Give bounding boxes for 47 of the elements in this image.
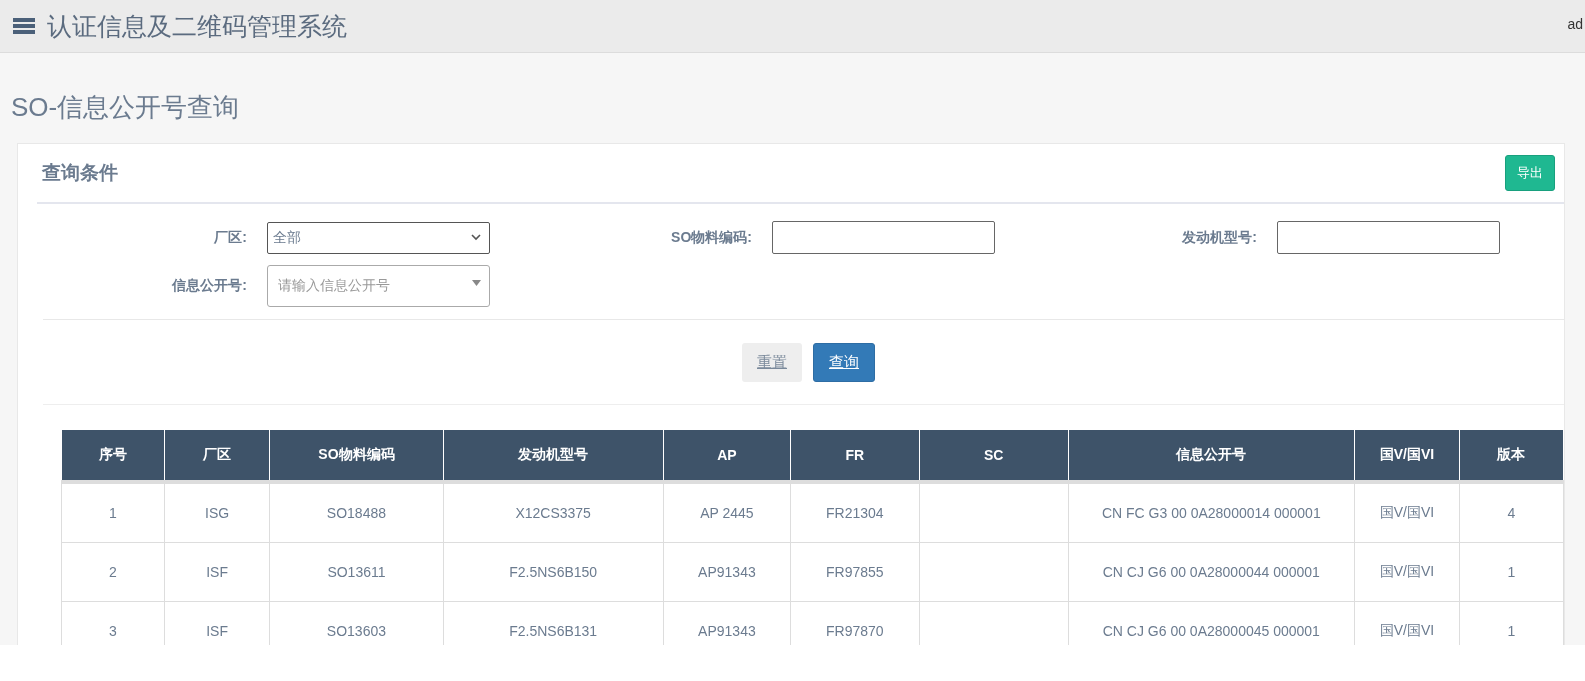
table-cell: X12CS3375 <box>443 482 664 543</box>
input-field[interactable] <box>772 221 995 254</box>
table-cell: SO13611 <box>269 542 444 602</box>
combo-field[interactable]: 请输入信息公开号 <box>267 265 490 307</box>
menu-icon[interactable] <box>13 17 35 35</box>
column-header: 发动机型号 <box>443 429 664 482</box>
table-cell: F2.5NS6B150 <box>443 542 664 602</box>
table-cell: CN FC G3 00 0A28000014 000001 <box>1068 482 1355 543</box>
export-button[interactable]: 导出 <box>1505 155 1555 191</box>
table-cell: 1 <box>61 482 165 543</box>
reset-button[interactable]: 重置 <box>742 343 802 382</box>
column-header: 厂区 <box>164 429 270 482</box>
dropdown[interactable]: 全部 <box>267 221 490 254</box>
search-button[interactable]: 查询 <box>813 343 875 382</box>
user-name[interactable]: ad <box>1567 16 1583 32</box>
table-cell: 4 <box>1459 482 1564 543</box>
table-cell: FR97855 <box>790 542 920 602</box>
app-title: 认证信息及二维码管理系统 <box>47 10 347 42</box>
field-label: 发动机型号: <box>1181 228 1258 247</box>
column-header: 序号 <box>61 429 165 482</box>
column-header: 信息公开号 <box>1068 429 1355 482</box>
caret-icon <box>472 280 481 286</box>
table-cell: AP 2445 <box>663 482 791 543</box>
table-cell: 2 <box>61 542 165 602</box>
panel-title: 查询条件 <box>42 161 118 185</box>
table-cell: ISG <box>164 482 270 543</box>
table-cell: ISF <box>164 542 270 602</box>
table-cell: FR21304 <box>790 482 920 543</box>
column-header: AP <box>663 429 791 482</box>
field-label: 厂区: <box>213 228 248 247</box>
column-header: 国V/国VI <box>1354 429 1460 482</box>
chevron-down-icon <box>471 234 481 241</box>
column-header: FR <box>790 429 920 482</box>
table-cell: 1 <box>1459 542 1564 602</box>
column-header: SC <box>919 429 1069 482</box>
field-label: SO物料编码: <box>670 228 753 247</box>
page-title: SO-信息公开号查询 <box>11 91 241 124</box>
table-cell: 3 <box>61 601 165 645</box>
table-cell: CN CJ G6 00 0A28000044 000001 <box>1068 542 1355 602</box>
column-header: SO物料编码 <box>269 429 444 482</box>
field-label: 信息公开号: <box>171 277 248 295</box>
table-cell: 国V/国VI <box>1354 482 1460 543</box>
table-cell: SO18488 <box>269 482 444 543</box>
table-cell: 国V/国VI <box>1354 542 1460 602</box>
input-field[interactable] <box>1277 221 1500 254</box>
table-cell: AP91343 <box>663 542 791 602</box>
column-header: 版本 <box>1459 429 1564 482</box>
